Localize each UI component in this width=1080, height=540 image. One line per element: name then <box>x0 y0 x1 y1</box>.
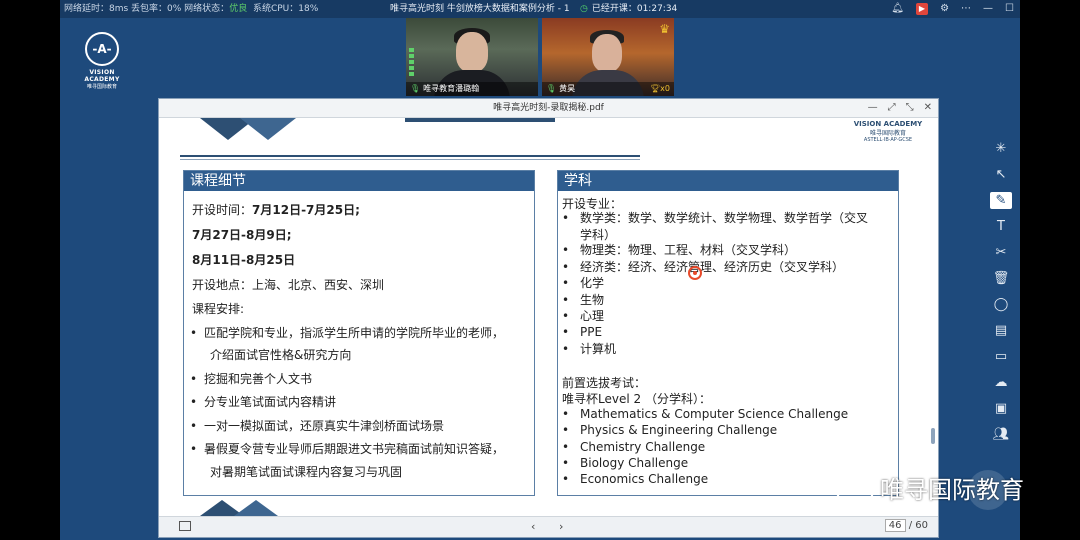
list-item: • Economics Challenge <box>562 472 709 486</box>
list-item: • 一对一模拟面试，还原真实牛津剑桥面试场景 <box>190 419 445 433</box>
time-line-3: 8月11日-8月25日 <box>192 253 296 267</box>
list-item: • Physics & Engineering Challenge <box>562 423 778 437</box>
list-item-cont: 介绍面试官性格&研究方向 <box>210 348 352 362</box>
minimize-icon[interactable]: — <box>868 99 878 117</box>
box-heading: 学科 <box>558 171 898 191</box>
course-details-box: 课程细节 开设时间：7月12日-7月25日; 7月27日-8月9日; 8月11日… <box>183 170 535 496</box>
close-icon[interactable]: ✕ <box>924 99 932 117</box>
viewer-controls: — ⤢ ⤡ ✕ <box>868 99 932 117</box>
classroom-window: 网络延时：8ms 丢包率：0% 网络状态：优良 系统CPU：18% 唯寻高光时刻… <box>60 0 1020 540</box>
list-item: • 挖掘和完善个人文书 <box>190 372 313 386</box>
list-item: • 分专业笔试面试内容精讲 <box>190 395 337 409</box>
scrollbar[interactable] <box>931 428 935 444</box>
expand-icon[interactable]: ⤡ <box>906 99 914 117</box>
elapsed-timer: ◷ 已经开课：01:27:34 <box>580 4 678 14</box>
thumbnails-icon[interactable] <box>179 521 191 531</box>
logo-name: VISION ACADEMY <box>84 69 120 83</box>
footer-chevron <box>234 500 278 516</box>
box-heading: 课程细节 <box>184 171 534 191</box>
session-title: 唯寻高光时刻 牛剑放榜大数据和案例分析 - 1 <box>390 4 570 14</box>
status-bar: 网络延时：8ms 丢包率：0% 网络状态：优良 系统CPU：18% 唯寻高光时刻… <box>60 0 1020 18</box>
bell-icon[interactable]: 🔔︎ <box>891 0 904 18</box>
divider <box>180 159 640 160</box>
page-number-input[interactable]: 46 <box>884 519 906 532</box>
time-line-2: 7月27日-8月9日; <box>192 228 292 242</box>
time-line-1: 开设时间：7月12日-7月25日; <box>192 203 360 217</box>
divider <box>180 155 640 157</box>
scissors-icon[interactable]: ✂ <box>990 244 1012 261</box>
prev-page-icon[interactable]: ‹ <box>531 520 535 533</box>
list-item: • Chemistry Challenge <box>562 440 706 454</box>
network-status: 优良 <box>229 4 248 14</box>
crown-icon: ♛ <box>659 22 670 36</box>
viewer-titlebar: 唯寻高光时刻-录取揭秘.pdf — ⤢ ⤡ ✕ <box>159 99 938 118</box>
signal-icon <box>409 48 414 76</box>
clock-icon: ◷ <box>580 4 588 14</box>
cloud-icon[interactable]: ☁ <box>990 374 1012 391</box>
viewer-footer: ‹ › 46 / 60 <box>159 516 938 537</box>
toolbox-icon[interactable]: ▣ <box>990 400 1012 417</box>
minimize-icon[interactable]: — <box>983 0 993 18</box>
viewer-title: 唯寻高光时刻-录取揭秘.pdf <box>493 103 604 113</box>
video-tile-student[interactable]: ♛ 🎙︎ 黄昊 🏆︎x0 <box>542 18 674 96</box>
maximize-icon[interactable]: ☐ <box>1005 0 1014 18</box>
title-strip <box>405 118 555 122</box>
window-controls: 🔔︎ ▶ ⚙ ⋯ — ☐ <box>891 0 1014 18</box>
wechat-icon <box>836 476 874 506</box>
list-item: • 心理 <box>562 309 605 323</box>
fullscreen-icon[interactable]: ⤢ <box>888 99 896 117</box>
list-item: • 物理类：物理、工程、材料（交叉学科） <box>562 243 797 257</box>
cup-label: 唯寻杯Level 2 （分学科）： <box>562 392 711 406</box>
shape-icon[interactable]: ◯ <box>990 296 1012 313</box>
users-icon[interactable]: 👥︎ <box>990 426 1012 443</box>
header-chevron <box>240 118 296 140</box>
video-label: 🎙︎ 唯寻教育潘璐翰 <box>406 82 538 96</box>
list-item: • 经济类：经济、经济管理、经济历史（交叉学科） <box>562 260 845 274</box>
academy-logo: -A- VISION ACADEMY 唯寻国际教育 <box>72 32 132 90</box>
list-item: • 暑假夏令营专业导师后期跟进文书完稿面试前知识答疑， <box>190 442 505 456</box>
list-item-cont: 学科） <box>580 228 617 242</box>
mic-icon: 🎙︎ <box>410 84 421 93</box>
drawing-toolbar: ✳ ↖ ✎ T ✂ 🗑︎ ◯ ▤ ▭ ☁ ▣ 👥︎ <box>986 140 1016 470</box>
next-page-icon[interactable]: › <box>559 520 563 533</box>
list-item: • 数学类：数学、数学统计、数学物理、数学哲学（交叉 <box>562 211 869 225</box>
select-icon[interactable]: ↖ <box>990 166 1012 183</box>
mic-icon: 🎙︎ <box>546 84 557 93</box>
pdf-viewer: 唯寻高光时刻-录取揭秘.pdf — ⤢ ⤡ ✕ VISION ACADEMY 唯… <box>158 98 939 538</box>
more-icon[interactable]: ⋯ <box>961 0 971 18</box>
location-line: 开设地点：上海、北京、西安、深圳 <box>192 278 385 292</box>
network-stats: 网络延时：8ms 丢包率：0% 网络状态：优良 系统CPU：18% <box>64 4 319 14</box>
logo-cn: 唯寻国际教育 <box>86 84 117 90</box>
list-item: • 化学 <box>562 276 605 290</box>
subjects-box: 学科 开设专业： • 数学类：数学、数学统计、数学物理、数学哲学（交叉 学科） •… <box>557 170 899 496</box>
schedule-label: 课程安排: <box>192 302 245 316</box>
pen-icon[interactable]: ✎ <box>990 192 1012 209</box>
video-tile-teacher[interactable]: 🎙︎ 唯寻教育潘璐翰 <box>406 18 538 96</box>
trophy-count: 🏆︎x0 <box>650 84 670 93</box>
pdf-page: VISION ACADEMY 唯寻国际教育 ASTELL·IB·AP·GCSE … <box>160 118 937 516</box>
trash-icon[interactable]: 🗑︎ <box>990 270 1012 287</box>
text-icon[interactable]: T <box>990 218 1012 235</box>
list-item: • Biology Challenge <box>562 456 689 470</box>
laser-pointer-icon <box>688 266 702 280</box>
video-label: 🎙︎ 黄昊 🏆︎x0 <box>542 82 674 96</box>
cpu-usage: 系统CPU：18% <box>252 4 319 14</box>
list-item: • PPE <box>562 325 603 339</box>
exam-label: 前置选拔考试： <box>562 376 647 390</box>
list-item-cont: 对暑期笔试面试课程内容复习与巩固 <box>210 465 403 479</box>
watermark: 唯寻国际教育 <box>836 470 1076 510</box>
laser-icon[interactable]: ✳ <box>990 140 1012 157</box>
gear-icon[interactable]: ⚙ <box>940 0 949 18</box>
list-item: • Mathematics & Computer Science Challeng… <box>562 407 849 421</box>
page-indicator: 46 / 60 <box>884 519 928 532</box>
record-icon[interactable]: ▶ <box>915 3 929 15</box>
document-icon[interactable]: ▤ <box>990 322 1012 339</box>
logo-mark: -A- <box>85 32 119 66</box>
chat-icon[interactable]: ▭ <box>990 348 1012 365</box>
list-item: • 生物 <box>562 293 605 307</box>
list-item: • 匹配学院和专业，指派学生所申请的学院所毕业的老师， <box>190 326 505 340</box>
list-item: • 计算机 <box>562 342 617 356</box>
slide-brand: VISION ACADEMY 唯寻国际教育 ASTELL·IB·AP·GCSE <box>853 120 923 143</box>
